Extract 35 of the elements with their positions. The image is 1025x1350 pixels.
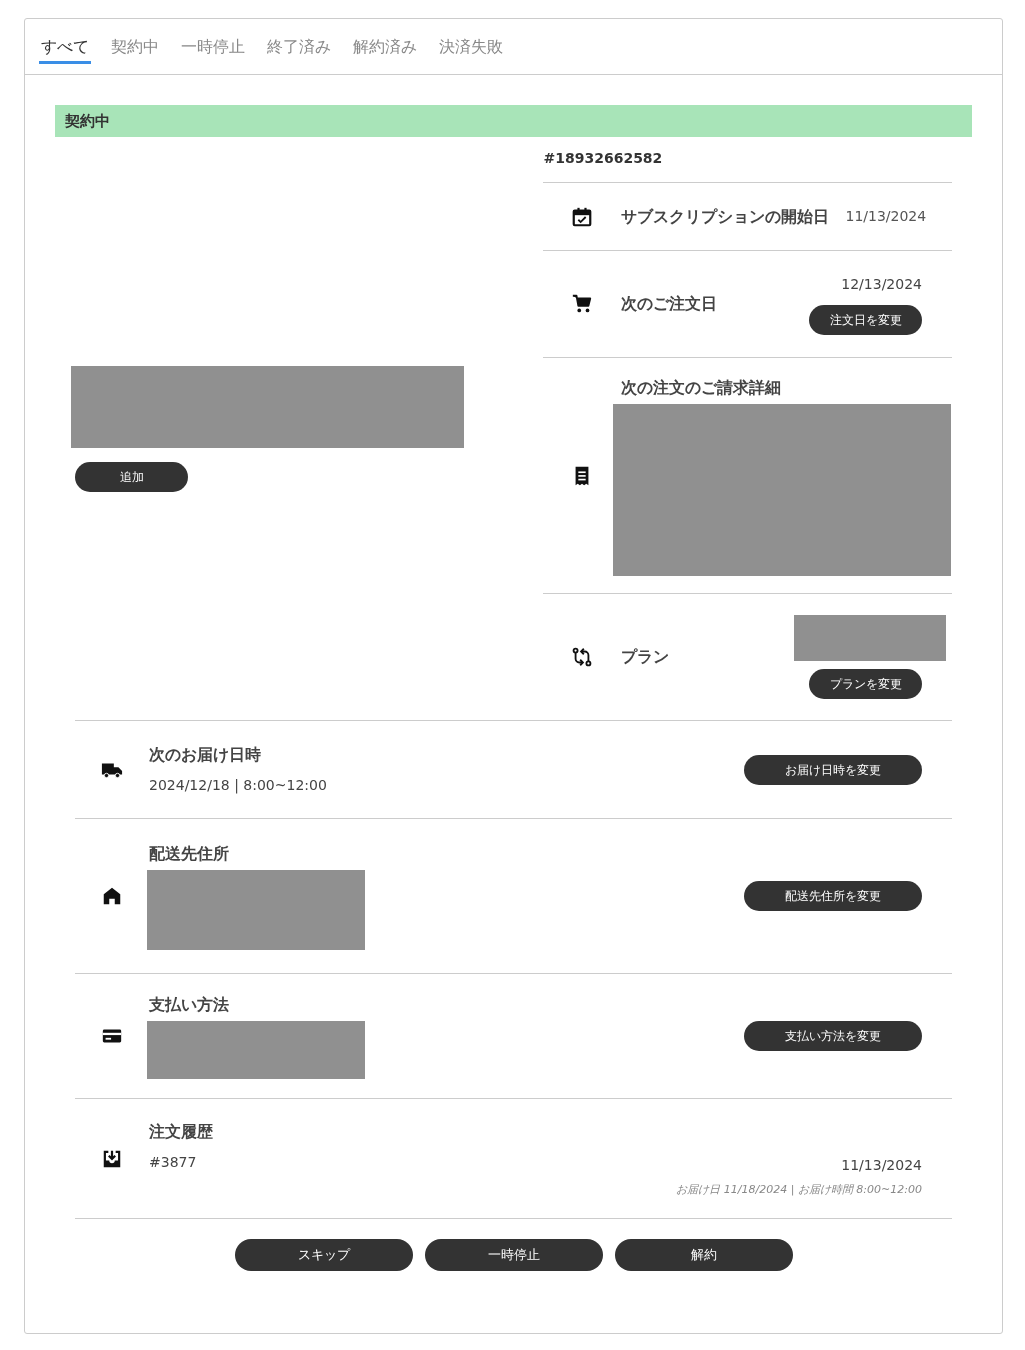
section-label: 支払い方法	[149, 994, 230, 1016]
change-button[interactable]: お届け日時を変更	[744, 754, 922, 785]
tab[interactable]: 終了済み	[265, 19, 333, 64]
detail-label: 次のご注文日	[621, 293, 719, 315]
action-button[interactable]: 一時停止	[424, 1239, 603, 1271]
detail-label: プラン	[621, 646, 671, 668]
change-button[interactable]: 支払い方法を変更	[744, 1021, 922, 1051]
tab[interactable]: 一時停止	[179, 19, 247, 64]
change-button[interactable]: 注文日を変更	[809, 304, 922, 335]
tab[interactable]: すべて	[39, 19, 91, 64]
add-button[interactable]: 追加	[75, 461, 188, 492]
detail-label: サブスクリプションの開始日	[621, 205, 830, 228]
house-icon	[101, 885, 123, 907]
action-button[interactable]: 解約	[614, 1239, 793, 1271]
change-button[interactable]: 配送先住所を変更	[744, 881, 922, 911]
subscription-id: #18932662582	[543, 149, 664, 168]
detail-value: 11/13/2024	[845, 207, 927, 226]
swap-arrows-icon	[571, 646, 594, 668]
detail-label: 次の注文のご請求詳細	[621, 376, 783, 399]
detail-value: 12/13/2024	[841, 274, 922, 294]
change-button[interactable]: プランを変更	[809, 669, 922, 699]
section-label: 配送先住所	[149, 843, 230, 865]
section-label: 注文履歴	[149, 1121, 214, 1143]
order-number: #3877	[149, 1153, 198, 1172]
calendar-icon	[571, 205, 594, 228]
section-label: 次のお届け日時	[149, 744, 262, 766]
tab[interactable]: 解約済み	[351, 19, 419, 64]
tab[interactable]: 決済失敗	[437, 19, 505, 64]
section-value: 2024/12/18 | 8:00~12:00	[149, 776, 328, 796]
action-button[interactable]: スキップ	[234, 1239, 413, 1271]
order-date: 11/13/2024	[841, 1155, 922, 1175]
status-banner: 契約中	[55, 105, 972, 137]
delivery-note: お届け日 11/18/2024 | お届け時間 8:00~12:00	[676, 1181, 922, 1198]
tab[interactable]: 契約中	[109, 19, 161, 64]
cart-icon	[571, 293, 594, 315]
